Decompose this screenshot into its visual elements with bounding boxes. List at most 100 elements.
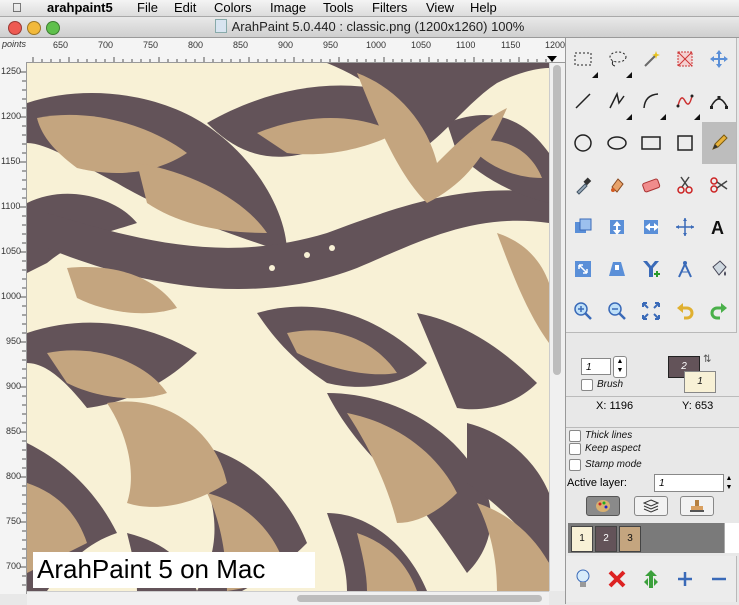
cut-alt-tool[interactable] (702, 164, 737, 207)
thick-lines-checkbox[interactable] (569, 430, 581, 442)
eraser-tool[interactable] (634, 164, 669, 207)
menu-colors[interactable]: Colors (214, 0, 252, 16)
drawing-canvas[interactable] (27, 63, 549, 591)
fit-to-window-tool[interactable] (634, 290, 669, 333)
resize-tool[interactable] (566, 248, 601, 291)
line-tool[interactable] (566, 80, 601, 123)
square-tool[interactable] (668, 122, 703, 165)
compass-tool[interactable] (668, 248, 703, 291)
menu-file[interactable]: File (137, 0, 158, 16)
flip-vertical-tool[interactable] (600, 206, 635, 249)
rectangle-tool[interactable] (634, 122, 669, 165)
vertical-scroll-thumb[interactable] (553, 65, 561, 375)
square-icon (677, 135, 693, 151)
redo-button[interactable] (702, 290, 737, 333)
rect-select-tool[interactable] (566, 38, 601, 81)
ruler-tick-label: 1000 (1, 291, 22, 301)
polyline-tool[interactable] (600, 80, 635, 123)
cut-tool[interactable] (668, 164, 703, 207)
swap-colors-icon[interactable]: ⇅ (703, 354, 711, 365)
horizontal-scroll-thumb[interactable] (297, 595, 542, 602)
horizontal-scrollbar[interactable] (27, 591, 549, 605)
bezier-tool[interactable] (702, 80, 737, 123)
merge-down-tool[interactable] (634, 248, 669, 291)
zoom-out-tool[interactable] (600, 290, 635, 333)
menu-help[interactable]: Help (470, 0, 497, 16)
ruler-tick-label: 850 (6, 426, 22, 436)
zoom-in-icon (574, 302, 592, 320)
layers-icon (643, 499, 659, 513)
transform-icon (676, 218, 694, 236)
move-tool[interactable] (702, 38, 737, 81)
resize-icon (575, 261, 591, 277)
circle-icon (574, 134, 592, 152)
fill-bucket-tool[interactable] (702, 248, 737, 291)
text-tool[interactable]: A (702, 206, 737, 249)
magic-wand-tool[interactable] (634, 38, 669, 81)
arc-icon (643, 93, 659, 109)
active-layer-input[interactable]: 1 (654, 474, 724, 492)
transform-tool[interactable] (668, 206, 703, 249)
app-menu[interactable]: arahpaint5 (47, 0, 113, 16)
warp-icon (609, 262, 625, 276)
zoom-in-tool[interactable] (566, 290, 601, 333)
stamp-mode-checkbox[interactable] (569, 459, 581, 471)
layer-3-swatch[interactable]: 3 (619, 526, 641, 552)
fit-icon (642, 302, 660, 320)
keep-aspect-checkbox[interactable] (569, 443, 581, 455)
line-icon (575, 93, 591, 109)
layer-visibility-button[interactable] (566, 556, 601, 602)
lasso-tool[interactable] (600, 38, 635, 81)
flip-horizontal-tool[interactable] (634, 206, 669, 249)
arc-tool[interactable] (634, 80, 669, 123)
vertical-scrollbar[interactable] (549, 63, 565, 591)
rectangle-icon (641, 136, 661, 150)
menu-tools[interactable]: Tools (323, 0, 353, 16)
shape-warp-tool[interactable] (600, 248, 635, 291)
add-layer-button[interactable] (668, 556, 703, 602)
ruler-tick-label: 1050 (1, 246, 22, 256)
circle-tool[interactable] (566, 122, 601, 165)
layers-tab[interactable] (634, 496, 668, 516)
active-layer-stepper[interactable]: ▲ ▼ (724, 474, 734, 494)
ellipse-icon (607, 136, 627, 150)
layer-2-swatch[interactable]: 2 (595, 526, 617, 552)
apple-menu-icon[interactable]:  (12, 0, 22, 15)
layer-1-swatch[interactable]: 1 (571, 526, 593, 552)
fill-tool[interactable] (600, 164, 635, 207)
brush-checkbox[interactable] (581, 379, 593, 391)
palette-tab[interactable] (586, 496, 620, 516)
background-color-swatch[interactable]: 1 (684, 371, 716, 393)
window-title-text: ArahPaint 5.0.440 : classic.png (1200x12… (231, 19, 525, 34)
curve-tool[interactable] (668, 80, 703, 123)
crop-icon (677, 51, 693, 67)
ruler-tick-label: 750 (6, 516, 22, 526)
compass-icon (678, 261, 692, 278)
menu-filters[interactable]: Filters (372, 0, 407, 16)
crop-tool[interactable] (668, 38, 703, 81)
delete-layer-button[interactable] (600, 556, 635, 602)
copy-layer-tool[interactable] (566, 206, 601, 249)
ruler-tick-label: 950 (6, 336, 22, 346)
curve-icon (676, 94, 694, 108)
eyedropper-tool[interactable] (566, 164, 601, 207)
menu-image[interactable]: Image (270, 0, 306, 16)
brush-size-stepper[interactable]: ▲ ▼ (613, 356, 627, 378)
menu-edit[interactable]: Edit (174, 0, 196, 16)
stamp-icon (690, 500, 704, 512)
copy-layer-icon (575, 218, 592, 233)
pencil-tool[interactable] (702, 122, 737, 165)
brush-label: Brush (597, 379, 624, 390)
undo-button[interactable] (668, 290, 703, 333)
y-coordinate: Y: 653 (682, 400, 714, 412)
brush-size-input[interactable]: 1 (581, 358, 611, 375)
flip-vertical-icon (610, 220, 624, 235)
remove-layer-button[interactable] (702, 556, 737, 602)
menu-view[interactable]: View (426, 0, 454, 16)
stamp-tab[interactable] (680, 496, 714, 516)
redo-icon (710, 303, 727, 320)
ellipse-tool[interactable] (600, 122, 635, 165)
active-layer-label: Active layer: (567, 477, 627, 489)
layers-scrollbar[interactable] (724, 523, 739, 553)
merge-layers-button[interactable] (634, 556, 669, 602)
